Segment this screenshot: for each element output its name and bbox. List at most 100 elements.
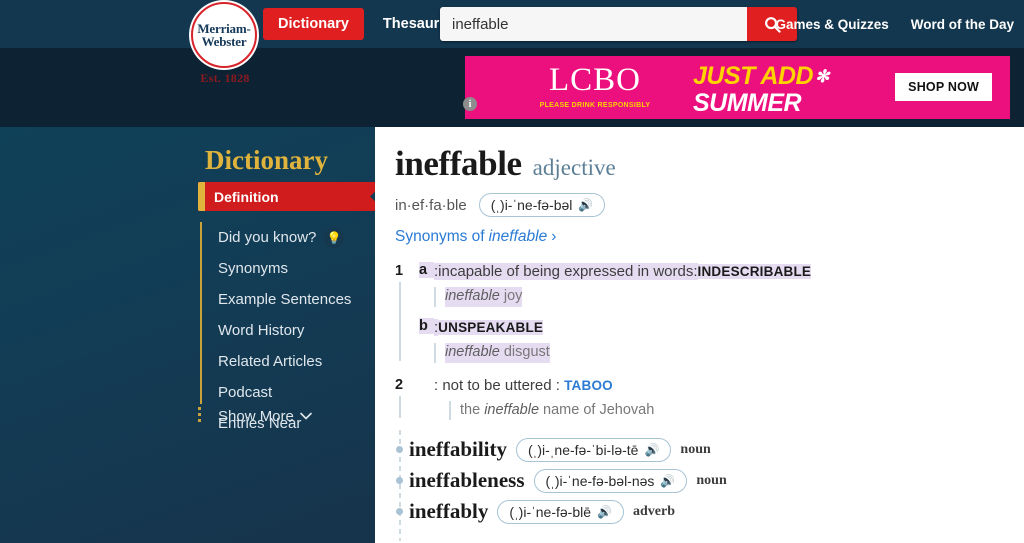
tab-dictionary-label: Dictionary bbox=[278, 16, 349, 32]
sidebar-item-definition[interactable]: Definition bbox=[198, 182, 385, 211]
sidebar-item-example-sentences-label: Example Sentences bbox=[218, 291, 352, 308]
search-input[interactable] bbox=[440, 7, 747, 41]
subsense-1a-crossref[interactable]: INDESCRIBABLE bbox=[697, 264, 812, 279]
subsense-2-example: the ineffable name of Jehovah bbox=[449, 400, 1024, 421]
lightbulb-icon: 💡 bbox=[324, 227, 345, 248]
speaker-icon: 🔊 bbox=[644, 442, 660, 457]
sense-list: 1 a :incapable of being expressed in wor… bbox=[395, 262, 1024, 542]
definition-tab-marker bbox=[198, 182, 205, 211]
pronunciation-text: (ˌ)i-ˈne-fə-bəl bbox=[490, 197, 573, 213]
chevron-down-icon bbox=[300, 412, 312, 420]
nav-links: Games & Quizzes Word of the Day bbox=[775, 0, 1014, 48]
ad-brand-tagline: PLEASE DRINK RESPONSIBLY bbox=[539, 102, 651, 109]
sidebar-item-word-history[interactable]: Word History bbox=[218, 315, 351, 346]
sidebar-item-related-articles-label: Related Articles bbox=[218, 353, 323, 370]
show-more-button[interactable]: Show More bbox=[218, 408, 312, 425]
sidebar-item-definition-label: Definition bbox=[214, 188, 279, 205]
derived-word: ineffability bbox=[409, 437, 507, 462]
nav-link-word-of-the-day[interactable]: Word of the Day bbox=[911, 17, 1014, 32]
sidebar-item-related-articles[interactable]: Related Articles bbox=[218, 346, 351, 377]
nav-link-games-quizzes[interactable]: Games & Quizzes bbox=[775, 17, 888, 32]
subsense-1b: b :UNSPEAKABLE bbox=[419, 317, 1024, 338]
speaker-icon: 🔊 bbox=[578, 198, 594, 212]
subsense-1a-example: ineffable joy bbox=[434, 287, 1024, 307]
subsense-2-definition: not to be uttered bbox=[442, 376, 552, 394]
example-rail bbox=[434, 287, 436, 307]
sidebar-item-synonyms-label: Synonyms bbox=[218, 260, 289, 277]
sidebar-item-example-sentences[interactable]: Example Sentences bbox=[218, 284, 351, 315]
subsense-1b-crossref[interactable]: UNSPEAKABLE bbox=[438, 319, 544, 335]
ad-brand-logo: LCBO PLEASE DRINK RESPONSIBLY bbox=[505, 62, 685, 110]
chevron-right-icon: › bbox=[551, 228, 557, 245]
subsense-2: : not to be uttered : TABOO bbox=[419, 376, 1024, 396]
subsense-1b-example-word: ineffable bbox=[445, 344, 500, 361]
show-more-rail bbox=[198, 407, 201, 425]
subsense-2-example-word: ineffable bbox=[484, 401, 540, 418]
example-rail bbox=[449, 400, 451, 421]
ad-info-icon[interactable]: i bbox=[463, 97, 477, 111]
subsense-1a-letter: a bbox=[419, 262, 434, 278]
derived-bullet-icon bbox=[396, 508, 403, 516]
subsense-1b-letter: b bbox=[419, 317, 434, 334]
logo-line-2: Webster bbox=[201, 34, 247, 49]
example-rail bbox=[434, 343, 436, 363]
synonyms-link-prefix: Synonyms of bbox=[395, 228, 485, 245]
synonyms-link[interactable]: Synonyms of ineffable › bbox=[395, 228, 556, 246]
sidebar-item-did-you-know-label: Did you know? bbox=[218, 229, 317, 246]
headword-row: ineffable adjective bbox=[395, 144, 1024, 184]
ad-headline: JUST ADD ✻ SUMMER bbox=[693, 64, 829, 116]
ad-headline-line-2: SUMMER bbox=[693, 89, 802, 117]
subsense-2-example-text: the ineffable name of Jehovah bbox=[460, 401, 654, 421]
advertisement-banner[interactable]: LCBO PLEASE DRINK RESPONSIBLY JUST ADD ✻… bbox=[465, 56, 1010, 119]
derived-part-of-speech: noun bbox=[680, 441, 711, 457]
synonyms-link-word: ineffable bbox=[488, 228, 548, 245]
merriam-webster-page: Dictionary Thesaurus Games & Quizzes Wor… bbox=[0, 0, 1024, 543]
ad-headline-text-1: JUST ADD bbox=[693, 62, 814, 90]
sense-1-number: 1 bbox=[395, 263, 404, 279]
sidebar-title: Dictionary bbox=[205, 145, 328, 175]
pronunciation-button[interactable]: (ˌ)i-ˈne-fə-bəl 🔊 bbox=[478, 193, 606, 217]
sidebar-item-synonyms[interactable]: Synonyms bbox=[218, 253, 351, 284]
syllabification: in·ef·fa·ble bbox=[395, 196, 467, 214]
subsense-1b-example-rest: disgust bbox=[503, 344, 550, 361]
sense-2-number: 2 bbox=[395, 376, 404, 393]
subsense-1b-example: ineffable disgust bbox=[434, 343, 1024, 363]
derived-entries: ineffability (ˌ)i-ˌne-fə-ˈbi-lə-tē 🔊 nou… bbox=[395, 430, 1024, 542]
speaker-icon: 🔊 bbox=[597, 504, 612, 519]
subsense-2-text: : not to be uttered : TABOO bbox=[434, 376, 613, 396]
subsense-1b-text: :UNSPEAKABLE bbox=[434, 318, 544, 338]
derived-pronunciation-text: (ˌ)i-ˌne-fə-ˈbi-lə-tē bbox=[528, 441, 639, 458]
sense-1-body: a :incapable of being expressed in words… bbox=[411, 262, 1024, 363]
logo-badge: Merriam- Webster bbox=[191, 2, 257, 68]
sidebar-item-word-history-label: Word History bbox=[218, 322, 305, 339]
ad-shop-now-button[interactable]: SHOP NOW bbox=[895, 73, 992, 101]
derived-part-of-speech: adverb bbox=[632, 503, 675, 519]
sidebar-item-podcast-label: Podcast bbox=[218, 384, 273, 401]
derived-word: ineffably bbox=[409, 499, 489, 524]
ad-headline-line-1: JUST ADD ✻ bbox=[693, 64, 829, 89]
sense-2-body: : not to be uttered : TABOO the ineffabl… bbox=[411, 376, 1024, 421]
sidebar-item-did-you-know[interactable]: Did you know? 💡 bbox=[218, 222, 351, 253]
derived-pronunciation-button[interactable]: (ˌ)i-ˈne-fə-bəl-nəs 🔊 bbox=[533, 468, 688, 493]
show-more-row: Show More bbox=[198, 407, 312, 425]
sidebar: Dictionary Definition Did you know? 💡 Sy… bbox=[0, 127, 385, 543]
subsense-1a-example-word: ineffable bbox=[445, 288, 500, 305]
subsense-2-crossref-colon: : bbox=[555, 376, 560, 394]
sidebar-rail bbox=[200, 222, 202, 404]
definition-panel: ineffable adjective in·ef·fa·ble (ˌ)i-ˈn… bbox=[375, 127, 1024, 543]
subsense-2-example-rest: name of Jehovah bbox=[543, 401, 655, 418]
derived-entry-ineffability: ineffability (ˌ)i-ˌne-fə-ˈbi-lə-tē 🔊 nou… bbox=[396, 434, 1024, 465]
ad-brand-name: LCBO bbox=[548, 62, 641, 98]
derived-entry-ineffably: ineffably (ˌ)i-ˈne-fə-blē 🔊 adverb bbox=[396, 496, 1024, 527]
sun-icon: ✻ bbox=[815, 67, 829, 86]
derived-pronunciation-button[interactable]: (ˌ)i-ˌne-fə-ˈbi-lə-tē 🔊 bbox=[516, 437, 672, 462]
logo-established: Est. 1828 bbox=[200, 71, 250, 85]
derived-pronunciation-button[interactable]: (ˌ)i-ˈne-fə-blē 🔊 bbox=[497, 499, 624, 524]
subsense-1b-example-text: ineffable disgust bbox=[445, 343, 550, 363]
site-logo[interactable]: Merriam- Webster Est. 1828 bbox=[191, 2, 259, 86]
sense-2-rail bbox=[399, 395, 401, 419]
subsense-2-crossref[interactable]: TABOO bbox=[564, 378, 613, 393]
tab-dictionary[interactable]: Dictionary bbox=[263, 8, 364, 40]
sidebar-item-podcast[interactable]: Podcast bbox=[218, 377, 351, 408]
derived-part-of-speech: noun bbox=[696, 472, 727, 488]
